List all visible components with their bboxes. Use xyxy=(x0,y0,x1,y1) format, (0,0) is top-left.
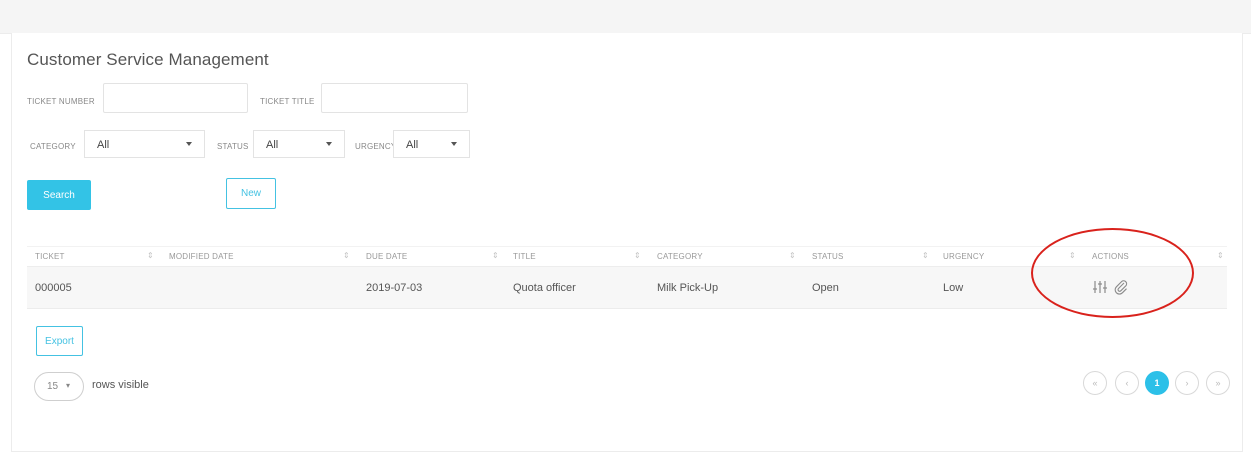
ticket-title-input[interactable] xyxy=(321,83,468,113)
pagination-prev-button[interactable]: ‹ xyxy=(1115,371,1139,395)
pagination-first-button[interactable]: « xyxy=(1083,371,1107,395)
page-title: Customer Service Management xyxy=(27,50,269,69)
chevron-down-icon xyxy=(451,142,457,146)
cell-status: Open xyxy=(812,282,839,294)
rows-per-page-select[interactable]: 15 ▾ xyxy=(34,372,84,401)
new-button[interactable]: New xyxy=(226,178,276,209)
column-header-ticket[interactable]: TICKET xyxy=(35,252,65,261)
category-select-value: All xyxy=(97,139,110,151)
chevron-down-icon xyxy=(186,142,192,146)
cell-due-date: 2019-07-03 xyxy=(366,282,423,294)
sort-icon[interactable]: ⇕ xyxy=(147,251,154,260)
cell-title: Quota officer xyxy=(513,282,576,294)
status-select-value: All xyxy=(266,139,279,151)
export-button[interactable]: Export xyxy=(36,326,83,356)
cell-urgency: Low xyxy=(943,282,964,294)
pagination-last-button[interactable]: » xyxy=(1206,371,1230,395)
column-header-title[interactable]: TITLE xyxy=(513,252,536,261)
urgency-select[interactable]: All xyxy=(393,130,470,158)
ticket-number-label: TICKET NUMBER xyxy=(27,97,95,106)
double-chevron-left-icon: « xyxy=(1092,378,1098,388)
cell-ticket: 000005 xyxy=(35,282,72,294)
status-label: STATUS xyxy=(217,142,249,151)
sort-icon[interactable]: ⇕ xyxy=(492,251,499,260)
cell-category: Milk Pick-Up xyxy=(657,282,719,294)
sort-icon[interactable]: ⇕ xyxy=(1217,251,1224,260)
column-header-category[interactable]: CATEGORY xyxy=(657,252,703,261)
sort-icon[interactable]: ⇕ xyxy=(922,251,929,260)
category-select[interactable]: All xyxy=(84,130,205,158)
sort-icon[interactable]: ⇕ xyxy=(343,251,350,260)
sort-icon[interactable]: ⇕ xyxy=(634,251,641,260)
top-bar xyxy=(0,0,1251,34)
column-header-urgency[interactable]: URGENCY xyxy=(943,252,984,261)
chevron-left-icon: ‹ xyxy=(1125,378,1129,388)
pagination-next-button[interactable]: › xyxy=(1175,371,1199,395)
chevron-down-icon: ▾ xyxy=(66,381,71,390)
rows-visible-label: rows visible xyxy=(92,379,149,391)
sort-icon[interactable]: ⇕ xyxy=(789,251,796,260)
annotation-circle xyxy=(1031,228,1194,318)
column-header-status[interactable]: STATUS xyxy=(812,252,844,261)
pagination-page-1[interactable]: 1 xyxy=(1145,371,1169,395)
status-select[interactable]: All xyxy=(253,130,345,158)
column-header-modified-date[interactable]: MODIFIED DATE xyxy=(169,252,234,261)
urgency-select-value: All xyxy=(406,139,419,151)
chevron-right-icon: › xyxy=(1185,378,1189,388)
ticket-number-input[interactable] xyxy=(103,83,248,113)
chevron-down-icon xyxy=(326,142,332,146)
urgency-label: URGENCY xyxy=(355,142,397,151)
ticket-title-label: TICKET TITLE xyxy=(260,97,315,106)
double-chevron-right-icon: » xyxy=(1215,378,1221,388)
search-button[interactable]: Search xyxy=(27,180,91,210)
column-header-due-date[interactable]: DUE DATE xyxy=(366,252,407,261)
category-label: CATEGORY xyxy=(30,142,76,151)
rows-per-page-value: 15 xyxy=(47,381,59,392)
